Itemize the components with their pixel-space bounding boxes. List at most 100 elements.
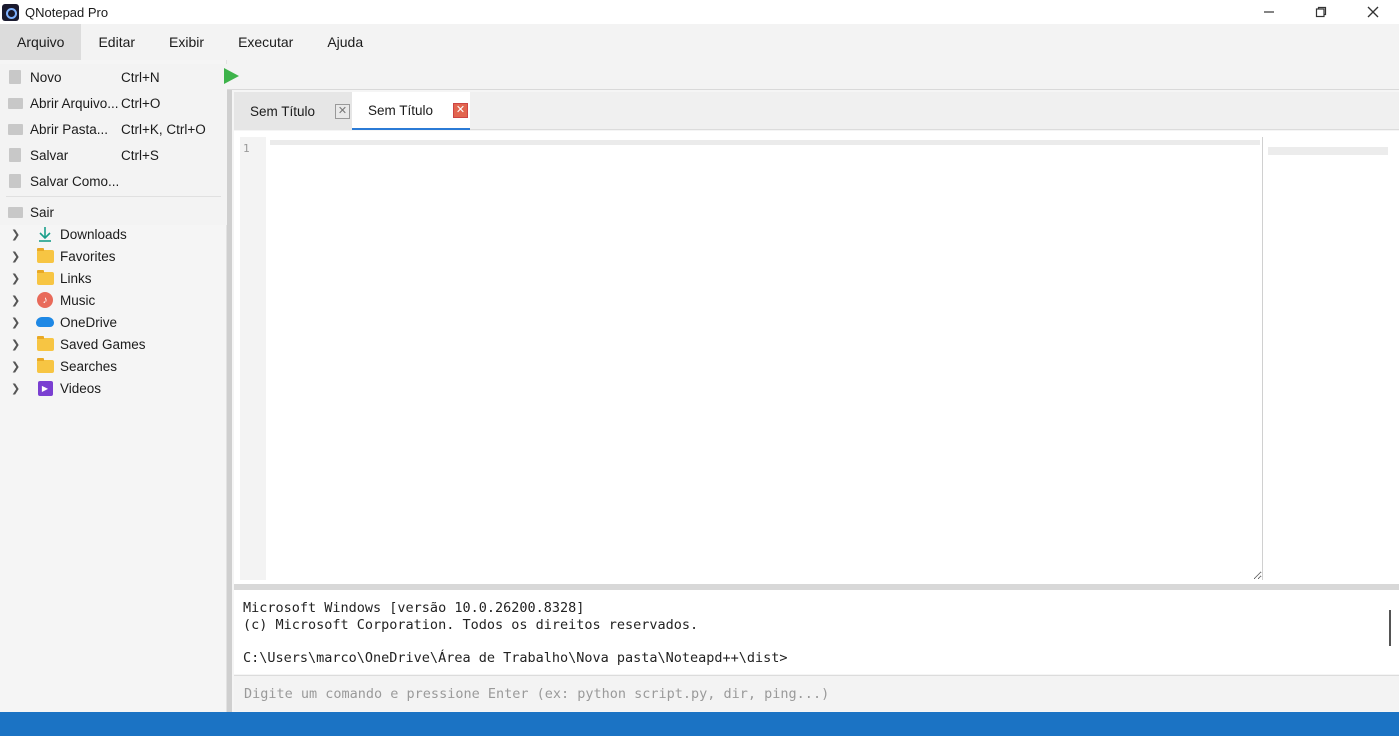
menu-bar: Arquivo Editar Exibir Executar Ajuda	[0, 24, 1399, 60]
tree-item-downloads[interactable]: ❯ Downloads	[0, 223, 227, 245]
cloud-icon	[36, 317, 54, 327]
video-icon: ▶	[37, 380, 53, 396]
tree-item-label: Music	[60, 292, 96, 308]
menu-item-label: Salvar Como...	[30, 173, 120, 189]
close-button[interactable]	[1347, 0, 1399, 24]
menu-item-salvar-como[interactable]: Salvar Como...	[0, 168, 227, 194]
menu-editar[interactable]: Editar	[81, 24, 152, 60]
tab-label: Sem Título	[250, 103, 316, 119]
exit-icon	[7, 206, 23, 218]
terminal-line: C:\Users\marco\OneDrive\Área de Trabalho…	[243, 649, 788, 666]
folder-icon	[36, 247, 54, 263]
menu-ajuda[interactable]: Ajuda	[310, 24, 380, 60]
menu-item-abrir-arquivo[interactable]: Abrir Arquivo... Ctrl+O	[0, 90, 227, 116]
file-tree: ❯ Downloads ❯ Favorites ❯ Links ❯ ♪ Musi…	[0, 223, 227, 399]
music-icon: ♪	[37, 292, 53, 308]
folder-icon	[36, 335, 54, 351]
sidebar-splitter[interactable]	[227, 90, 232, 712]
menu-item-label: Novo	[30, 69, 62, 85]
restore-button[interactable]	[1295, 0, 1347, 24]
terminal-line: (c) Microsoft Corporation. Todos os dire…	[243, 616, 699, 633]
new-file-icon	[9, 70, 21, 84]
chevron-right-icon[interactable]: ❯	[11, 272, 23, 285]
menu-item-label: Abrir Pasta...	[30, 121, 109, 137]
toolbar	[224, 60, 1399, 90]
status-bar	[0, 712, 1399, 736]
menu-executar[interactable]: Executar	[221, 24, 310, 60]
chevron-right-icon[interactable]: ❯	[11, 294, 23, 307]
app-logo-icon	[2, 3, 19, 21]
open-dir-icon	[7, 123, 23, 135]
tab-bar: Sem Título ✕ Sem Título ✕	[234, 92, 1399, 130]
window-controls	[1243, 0, 1399, 24]
save-as-icon	[9, 174, 21, 188]
menu-item-shortcut: Ctrl+O	[121, 95, 161, 111]
command-input[interactable]	[234, 676, 1399, 711]
folder-icon	[36, 269, 54, 285]
save-icon	[9, 148, 21, 162]
play-icon[interactable]	[224, 68, 239, 84]
title-bar: QNotepad Pro	[0, 0, 1399, 24]
close-tab-icon[interactable]: ✕	[335, 103, 350, 119]
app-window: QNotepad Pro Arquivo Editar Exibir Execu…	[0, 0, 1399, 736]
menu-item-sair[interactable]: Sair	[0, 199, 227, 225]
tree-item-label: OneDrive	[60, 314, 118, 330]
tree-item-label: Saved Games	[60, 336, 146, 352]
terminal-output: Microsoft Windows [versão 10.0.26200.832…	[234, 590, 1399, 674]
tree-item-label: Videos	[60, 380, 102, 396]
tab-label: Sem Título	[368, 102, 434, 118]
tree-item-music[interactable]: ❯ ♪ Music	[0, 289, 227, 311]
chevron-right-icon[interactable]: ❯	[11, 338, 23, 351]
menu-item-shortcut: Ctrl+N	[121, 69, 160, 85]
menu-item-label: Salvar	[30, 147, 69, 163]
menu-exibir[interactable]: Exibir	[152, 24, 221, 60]
close-tab-icon[interactable]: ✕	[453, 102, 468, 118]
menu-item-shortcut: Ctrl+K, Ctrl+O	[121, 121, 206, 137]
tree-item-label: Searches	[60, 358, 118, 374]
code-editor: 1	[234, 131, 1399, 584]
minimap-divider	[1262, 137, 1263, 580]
window-title: QNotepad Pro	[25, 4, 109, 20]
menu-item-label: Sair	[30, 204, 55, 220]
command-input-container	[234, 675, 1399, 711]
tree-item-label: Downloads	[60, 226, 127, 242]
tree-item-links[interactable]: ❯ Links	[0, 267, 227, 289]
open-folder-icon	[7, 97, 23, 109]
chevron-right-icon[interactable]: ❯	[11, 228, 23, 241]
restore-icon	[1315, 6, 1327, 18]
minimap[interactable]	[1268, 147, 1388, 155]
tree-item-searches[interactable]: ❯ Searches	[0, 355, 227, 377]
file-menu-dropdown: Novo Ctrl+N Abrir Arquivo... Ctrl+O Abri…	[0, 64, 227, 225]
tab-sem-titulo-2[interactable]: Sem Título ✕	[352, 92, 470, 130]
tree-item-label: Favorites	[60, 248, 116, 264]
menu-item-abrir-pasta[interactable]: Abrir Pasta... Ctrl+K, Ctrl+O	[0, 116, 227, 142]
line-number: 1	[243, 142, 250, 155]
menu-item-label: Abrir Arquivo...	[30, 95, 119, 111]
terminal-scrollbar[interactable]	[1389, 610, 1391, 646]
chevron-right-icon[interactable]: ❯	[11, 382, 23, 395]
menu-item-novo[interactable]: Novo Ctrl+N	[0, 64, 227, 90]
tree-item-videos[interactable]: ❯ ▶ Videos	[0, 377, 227, 399]
menu-item-shortcut: Ctrl+S	[121, 147, 159, 163]
terminal-line: Microsoft Windows [versão 10.0.26200.832…	[243, 600, 585, 616]
download-icon	[36, 225, 54, 243]
chevron-right-icon[interactable]: ❯	[11, 316, 23, 329]
tree-item-favorites[interactable]: ❯ Favorites	[0, 245, 227, 267]
menu-separator	[6, 196, 221, 197]
tree-item-label: Links	[60, 270, 92, 286]
sidebar: Novo Ctrl+N Abrir Arquivo... Ctrl+O Abri…	[0, 60, 227, 712]
line-gutter: 1	[240, 137, 266, 580]
minimize-button[interactable]	[1243, 0, 1295, 24]
menu-arquivo[interactable]: Arquivo	[0, 24, 82, 60]
menu-item-salvar[interactable]: Salvar Ctrl+S	[0, 142, 227, 168]
tree-item-onedrive[interactable]: ❯ OneDrive	[0, 311, 227, 333]
tree-item-saved-games[interactable]: ❯ Saved Games	[0, 333, 227, 355]
minimize-icon	[1264, 11, 1274, 13]
code-text-area[interactable]	[270, 137, 1262, 580]
folder-icon	[36, 357, 54, 373]
close-icon	[1367, 6, 1379, 18]
tab-sem-titulo-1[interactable]: Sem Título ✕	[234, 92, 352, 130]
chevron-right-icon[interactable]: ❯	[11, 250, 23, 263]
chevron-right-icon[interactable]: ❯	[11, 360, 23, 373]
